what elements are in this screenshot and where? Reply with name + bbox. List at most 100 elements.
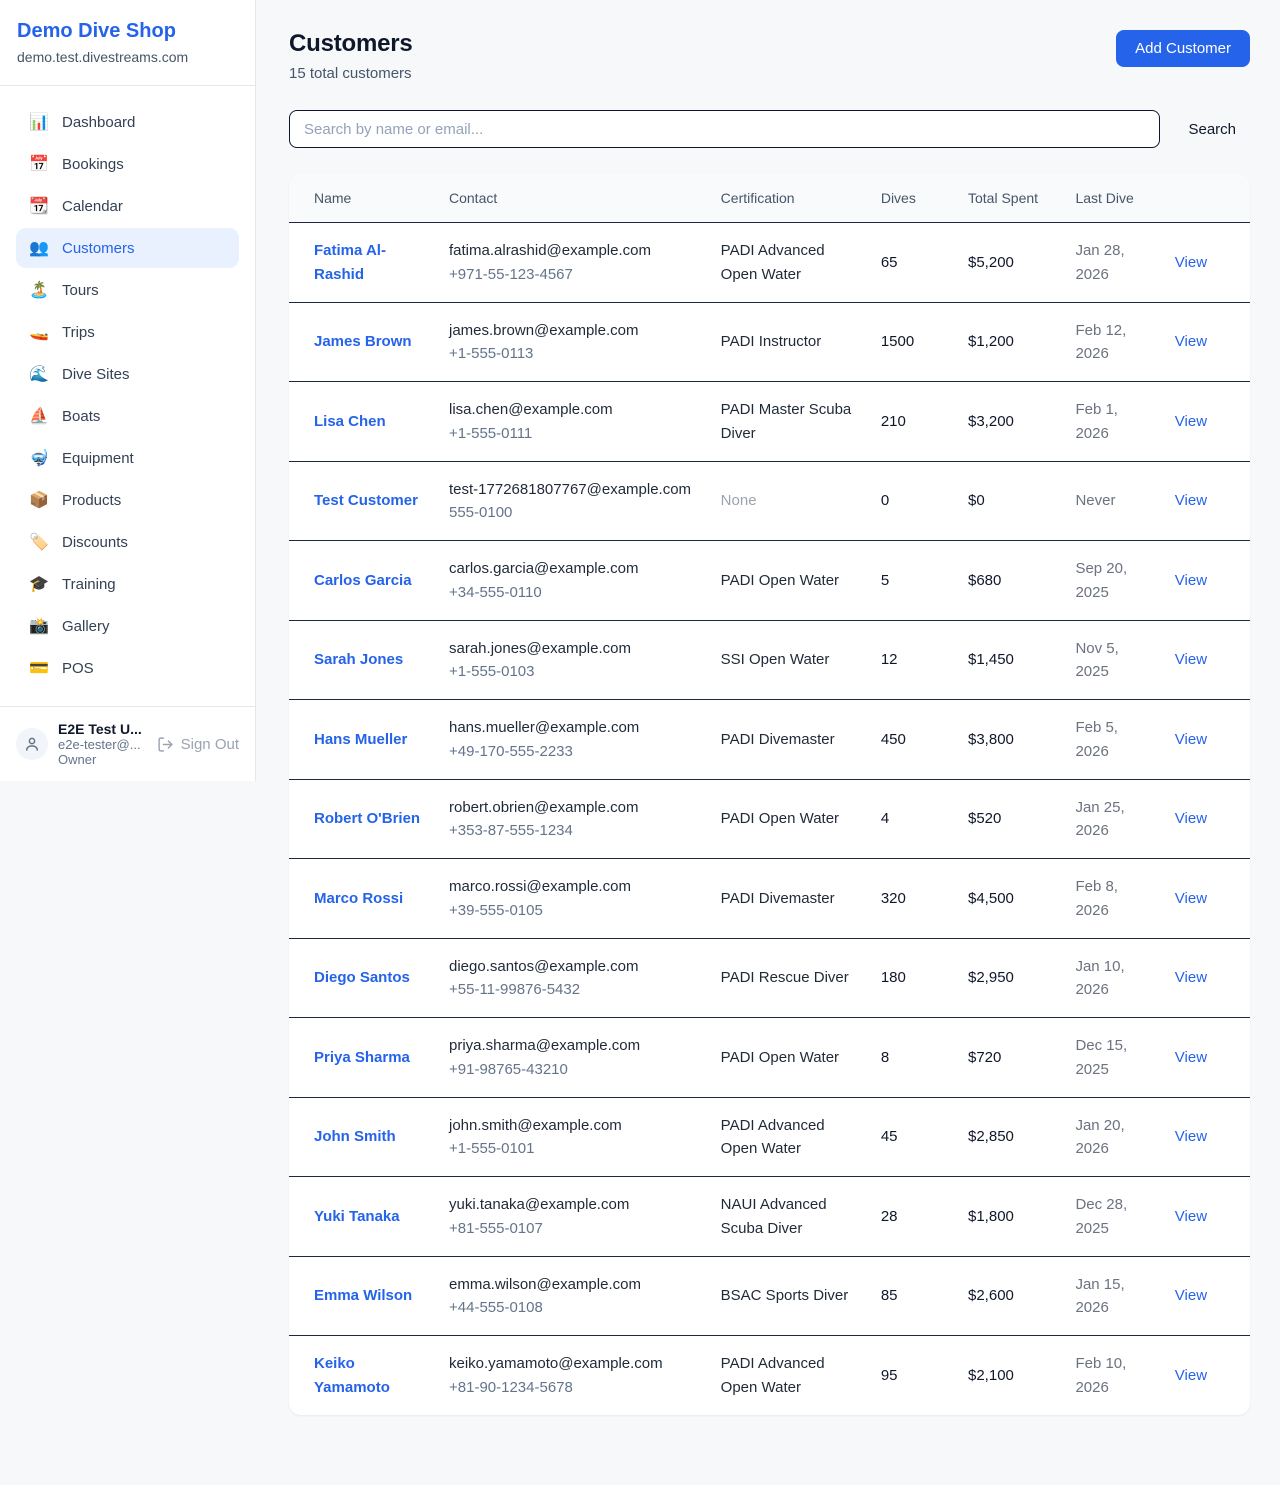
- customer-name-link[interactable]: Priya Sharma: [314, 1049, 410, 1066]
- customer-certification: SSI Open Water: [721, 651, 830, 668]
- sidebar-item-equipment[interactable]: 🤿 Equipment: [16, 438, 239, 478]
- customer-dives: 210: [881, 413, 906, 430]
- view-customer-link[interactable]: View: [1175, 572, 1207, 589]
- customer-last-dive: Dec 15, 2025: [1075, 1037, 1127, 1077]
- table-row: Fatima Al-Rashid fatima.alrashid@example…: [289, 223, 1250, 303]
- customer-name-link[interactable]: Hans Mueller: [314, 731, 407, 748]
- add-customer-button[interactable]: Add Customer: [1116, 30, 1250, 67]
- sign-out-button[interactable]: Sign Out: [157, 736, 239, 753]
- customer-name-link[interactable]: Diego Santos: [314, 969, 410, 986]
- user-name: E2E Test U...: [58, 721, 147, 737]
- customer-total-spent: $720: [968, 1049, 1001, 1066]
- customer-certification: PADI Open Water: [721, 1049, 839, 1066]
- customer-phone: +1-555-0101: [449, 1137, 697, 1160]
- customer-name-link[interactable]: Sarah Jones: [314, 651, 403, 668]
- customer-dives: 1500: [881, 333, 914, 350]
- discounts-icon: 🏷️: [29, 532, 49, 552]
- app-layout: Demo Dive Shop demo.test.divestreams.com…: [0, 0, 1280, 1445]
- sidebar-item-trips[interactable]: 🚤 Trips: [16, 312, 239, 352]
- sidebar-item-calendar[interactable]: 📆 Calendar: [16, 186, 239, 226]
- customer-certification: PADI Open Water: [721, 810, 839, 827]
- view-customer-link[interactable]: View: [1175, 492, 1207, 509]
- customer-dives: 5: [881, 572, 889, 589]
- view-customer-link[interactable]: View: [1175, 1049, 1207, 1066]
- bookings-icon: 📅: [29, 154, 49, 174]
- boats-icon: ⛵: [29, 406, 49, 426]
- customer-name-link[interactable]: Robert O'Brien: [314, 810, 420, 827]
- customers-table-card: NameContactCertificationDivesTotal Spent…: [289, 174, 1250, 1415]
- view-customer-link[interactable]: View: [1175, 413, 1207, 430]
- sidebar-item-customers[interactable]: 👥 Customers: [16, 228, 239, 268]
- customer-name-link[interactable]: Fatima Al-Rashid: [314, 242, 386, 282]
- customer-email: fatima.alrashid@example.com: [449, 239, 697, 262]
- view-customer-link[interactable]: View: [1175, 1367, 1207, 1384]
- page-header: Customers 15 total customers Add Custome…: [289, 30, 1250, 82]
- customer-email: diego.santos@example.com: [449, 955, 697, 978]
- customer-last-dive: Feb 8, 2026: [1075, 878, 1118, 918]
- customer-email: emma.wilson@example.com: [449, 1273, 697, 1296]
- table-row: Robert O'Brien robert.obrien@example.com…: [289, 779, 1250, 859]
- customer-email: sarah.jones@example.com: [449, 637, 697, 660]
- column-header-certification: Certification: [709, 174, 869, 223]
- view-customer-link[interactable]: View: [1175, 254, 1207, 271]
- sidebar-item-boats[interactable]: ⛵ Boats: [16, 396, 239, 436]
- customer-name-link[interactable]: Marco Rossi: [314, 890, 403, 907]
- customer-count: 15 total customers: [289, 65, 413, 82]
- sidebar-item-discounts[interactable]: 🏷️ Discounts: [16, 522, 239, 562]
- shop-domain: demo.test.divestreams.com: [17, 49, 238, 65]
- table-row: Test Customer test-1772681807767@example…: [289, 461, 1250, 541]
- sidebar: Demo Dive Shop demo.test.divestreams.com…: [0, 0, 256, 781]
- user-role: Owner: [58, 752, 147, 767]
- customer-email: james.brown@example.com: [449, 319, 697, 342]
- customer-name-link[interactable]: Emma Wilson: [314, 1287, 412, 1304]
- column-header-total-spent: Total Spent: [956, 174, 1063, 223]
- customers-table: NameContactCertificationDivesTotal Spent…: [289, 174, 1250, 1415]
- customer-name-link[interactable]: Yuki Tanaka: [314, 1208, 400, 1225]
- customer-name-link[interactable]: John Smith: [314, 1128, 396, 1145]
- customer-phone: +1-555-0113: [449, 342, 697, 365]
- column-header-last-dive: Last Dive: [1063, 174, 1162, 223]
- search-button[interactable]: Search: [1188, 121, 1236, 138]
- customer-name-link[interactable]: Test Customer: [314, 492, 418, 509]
- sidebar-item-pos[interactable]: 💳 POS: [16, 648, 239, 688]
- customer-total-spent: $2,950: [968, 969, 1014, 986]
- sidebar-item-bookings[interactable]: 📅 Bookings: [16, 144, 239, 184]
- view-customer-link[interactable]: View: [1175, 810, 1207, 827]
- sidebar-item-tours[interactable]: 🏝️ Tours: [16, 270, 239, 310]
- customer-total-spent: $1,200: [968, 333, 1014, 350]
- search-input[interactable]: [289, 110, 1160, 148]
- view-customer-link[interactable]: View: [1175, 969, 1207, 986]
- sidebar-item-dashboard[interactable]: 📊 Dashboard: [16, 102, 239, 142]
- customer-certification: PADI Advanced Open Water: [721, 1355, 825, 1395]
- customer-name-link[interactable]: Lisa Chen: [314, 413, 386, 430]
- view-customer-link[interactable]: View: [1175, 1287, 1207, 1304]
- sidebar-item-gallery[interactable]: 📸 Gallery: [16, 606, 239, 646]
- view-customer-link[interactable]: View: [1175, 890, 1207, 907]
- customer-name-link[interactable]: Keiko Yamamoto: [314, 1355, 390, 1395]
- view-customer-link[interactable]: View: [1175, 651, 1207, 668]
- customer-dives: 450: [881, 731, 906, 748]
- view-customer-link[interactable]: View: [1175, 1128, 1207, 1145]
- products-icon: 📦: [29, 490, 49, 510]
- table-row: Marco Rossi marco.rossi@example.com +39-…: [289, 859, 1250, 939]
- sidebar-nav: 📊 Dashboard 📅 Bookings 📆 Calendar 👥 Cust…: [0, 86, 255, 706]
- sidebar-item-training[interactable]: 🎓 Training: [16, 564, 239, 604]
- customer-total-spent: $1,450: [968, 651, 1014, 668]
- avatar: [16, 728, 48, 760]
- customer-name-link[interactable]: Carlos Garcia: [314, 572, 412, 589]
- table-row: John Smith john.smith@example.com +1-555…: [289, 1097, 1250, 1177]
- customer-total-spent: $2,600: [968, 1287, 1014, 1304]
- dashboard-icon: 📊: [29, 112, 49, 132]
- customer-phone: +971-55-123-4567: [449, 263, 697, 286]
- sidebar-item-dive-sites[interactable]: 🌊 Dive Sites: [16, 354, 239, 394]
- customer-name-link[interactable]: James Brown: [314, 333, 412, 350]
- view-customer-link[interactable]: View: [1175, 1208, 1207, 1225]
- sidebar-item-products[interactable]: 📦 Products: [16, 480, 239, 520]
- customer-email: carlos.garcia@example.com: [449, 557, 697, 580]
- calendar-icon: 📆: [29, 196, 49, 216]
- view-customer-link[interactable]: View: [1175, 731, 1207, 748]
- column-header-name: Name: [289, 174, 437, 223]
- user-info: E2E Test U... e2e-tester@... Owner: [58, 721, 147, 767]
- view-customer-link[interactable]: View: [1175, 333, 1207, 350]
- customer-email: priya.sharma@example.com: [449, 1034, 697, 1057]
